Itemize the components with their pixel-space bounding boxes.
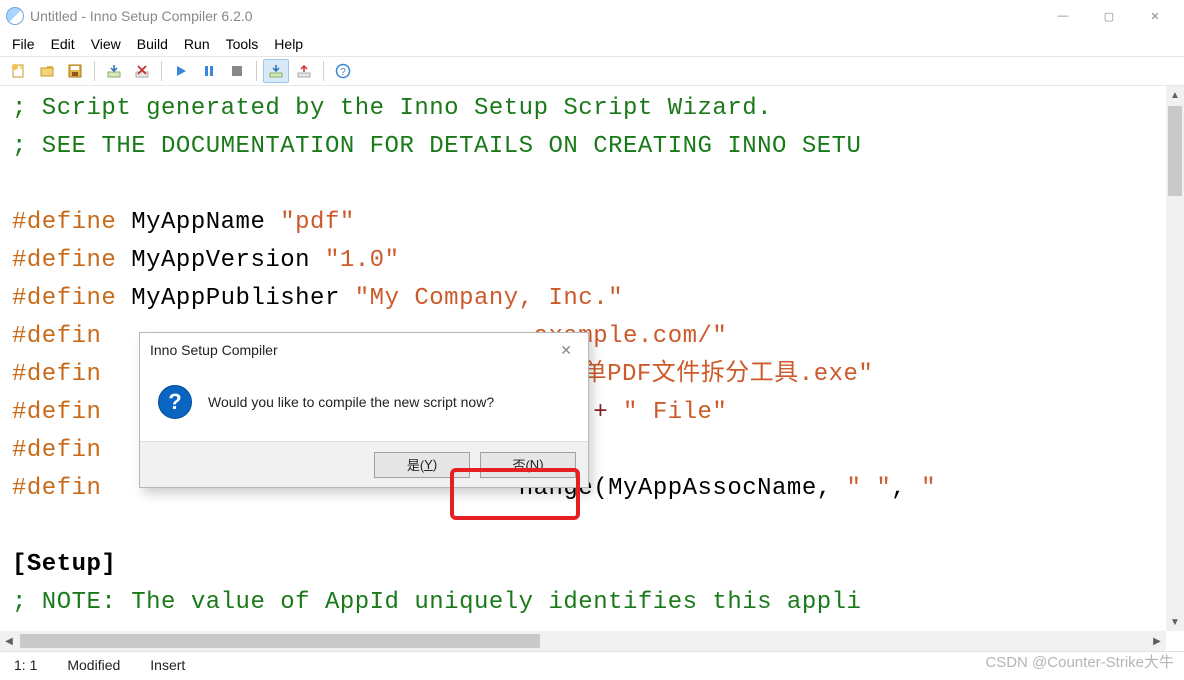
- scroll-thumb[interactable]: [1168, 106, 1182, 196]
- minimize-button[interactable]: —: [1040, 1, 1086, 31]
- close-button[interactable]: ✕: [1132, 1, 1178, 31]
- yes-button[interactable]: 是(Y): [374, 452, 470, 478]
- stop-icon[interactable]: [224, 59, 250, 83]
- dialog-titlebar: Inno Setup Compiler ✕: [140, 333, 588, 367]
- toolbar-separator: [94, 61, 95, 81]
- scroll-right-icon[interactable]: ▶: [1148, 631, 1166, 651]
- svg-text:?: ?: [340, 67, 346, 78]
- step-into-icon[interactable]: [263, 59, 289, 83]
- menu-file[interactable]: File: [6, 34, 41, 54]
- scroll-left-icon[interactable]: ◀: [0, 631, 18, 651]
- title-bar: Untitled - Inno Setup Compiler 6.2.0 — ▢…: [0, 0, 1184, 32]
- menu-bar: File Edit View Build Run Tools Help: [0, 32, 1184, 56]
- maximize-button[interactable]: ▢: [1086, 1, 1132, 31]
- dialog-close-icon[interactable]: ✕: [554, 340, 578, 361]
- save-icon[interactable]: [62, 59, 88, 83]
- scroll-up-icon[interactable]: ▲: [1166, 86, 1184, 104]
- modified-indicator: Modified: [67, 657, 120, 673]
- menu-help[interactable]: Help: [268, 34, 309, 54]
- status-bar: 1: 1 Modified Insert: [0, 651, 1184, 677]
- menu-run[interactable]: Run: [178, 34, 216, 54]
- dialog-footer: 是(Y) 否(N): [140, 441, 588, 487]
- new-icon[interactable]: [6, 59, 32, 83]
- app-icon: [6, 7, 24, 25]
- toolbar-separator: [161, 61, 162, 81]
- open-icon[interactable]: [34, 59, 60, 83]
- scroll-thumb[interactable]: [20, 634, 540, 648]
- step-out-icon[interactable]: [291, 59, 317, 83]
- window-title: Untitled - Inno Setup Compiler 6.2.0: [30, 8, 253, 24]
- compile-icon[interactable]: [101, 59, 127, 83]
- insert-mode: Insert: [150, 657, 185, 673]
- run-icon[interactable]: [168, 59, 194, 83]
- pause-icon[interactable]: [196, 59, 222, 83]
- dialog-title: Inno Setup Compiler: [150, 342, 278, 358]
- toolbar: ?: [0, 56, 1184, 86]
- toolbar-separator: [323, 61, 324, 81]
- toolbar-separator: [256, 61, 257, 81]
- menu-edit[interactable]: Edit: [45, 34, 81, 54]
- menu-view[interactable]: View: [85, 34, 127, 54]
- dialog-body: ? Would you like to compile the new scri…: [140, 367, 588, 441]
- menu-tools[interactable]: Tools: [220, 34, 265, 54]
- cursor-position: 1: 1: [14, 657, 37, 673]
- dialog-message: Would you like to compile the new script…: [208, 394, 494, 410]
- vertical-scrollbar[interactable]: ▲ ▼: [1166, 86, 1184, 631]
- no-button[interactable]: 否(N): [480, 452, 576, 478]
- compile-dialog: Inno Setup Compiler ✕ ? Would you like t…: [139, 332, 589, 488]
- question-icon: ?: [158, 385, 192, 419]
- menu-build[interactable]: Build: [131, 34, 174, 54]
- scroll-down-icon[interactable]: ▼: [1166, 613, 1184, 631]
- window-controls: — ▢ ✕: [1040, 1, 1178, 31]
- horizontal-scrollbar[interactable]: ◀ ▶: [0, 631, 1166, 651]
- stop-compile-icon[interactable]: [129, 59, 155, 83]
- help-icon[interactable]: ?: [330, 59, 356, 83]
